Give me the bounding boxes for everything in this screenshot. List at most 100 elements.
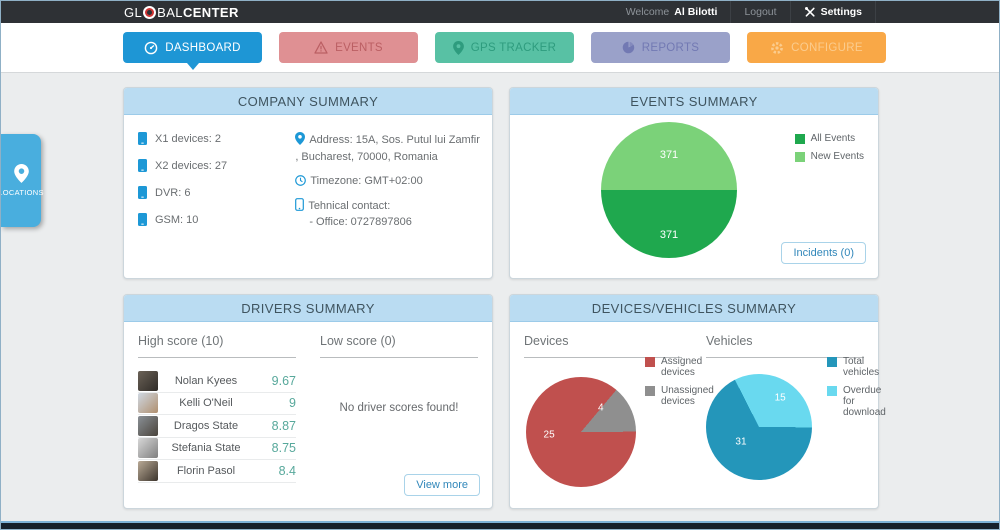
driver-list: Nolan Kyees 9.67 Kelli O'Neil 9 Dragos S…	[138, 370, 296, 483]
driver-score: 8.87	[254, 419, 296, 433]
view-more-button[interactable]: View more	[404, 474, 480, 496]
locations-side-tab[interactable]: LOCATIONS	[1, 134, 41, 227]
legend-swatch	[645, 357, 655, 367]
drivers-summary-card: DRIVERS SUMMARY High score (10) Nolan Ky…	[123, 294, 493, 509]
company-info: Address: 15A, Sos. Putul lui Zamfir , Bu…	[295, 132, 480, 240]
vehicles-section: Vehicles 15 31 Total vehicles Overdue fo…	[706, 334, 864, 508]
low-score-header: Low score (0)	[320, 334, 478, 358]
footer-bar	[1, 523, 999, 529]
logo-text-bal: BAL	[157, 5, 183, 20]
legend-item: Unassigned devices	[645, 385, 707, 407]
company-summary-title: COMPANY SUMMARY	[124, 88, 492, 115]
legend-swatch	[795, 134, 805, 144]
phone-icon	[295, 198, 304, 211]
pie-chart-icon	[622, 41, 635, 54]
gauge-icon	[144, 41, 158, 55]
company-summary-card: COMPANY SUMMARY X1 devices: 2 X2 devices…	[123, 87, 493, 279]
devices-vehicles-title: DEVICES/VEHICLES SUMMARY	[510, 295, 878, 322]
devices-section: Devices 4 25 Assigned devices Unassigned…	[524, 334, 682, 508]
low-score-column: Low score (0) No driver scores found!	[320, 334, 478, 483]
tools-icon	[804, 6, 816, 18]
vehicles-legend: Total vehicles Overdue for download	[827, 356, 889, 425]
logo-lens-icon	[143, 6, 156, 19]
device-count-row: X2 devices: 27	[138, 159, 295, 172]
vehicles-header: Vehicles	[706, 334, 864, 358]
events-summary-title: EVENTS SUMMARY	[510, 88, 878, 115]
pie-slice-value: 31	[735, 436, 746, 447]
tab-events[interactable]: EVENTS	[279, 32, 418, 63]
devices-header: Devices	[524, 334, 682, 358]
device-count-row: GSM: 10	[138, 213, 295, 226]
legend-swatch	[795, 152, 805, 162]
nav-bar: DASHBOARD EVENTS GPS TRACKER REPORTS CON…	[1, 23, 999, 73]
events-legend: All Events New Events	[795, 133, 864, 169]
tab-gps-tracker[interactable]: GPS TRACKER	[435, 32, 574, 63]
location-pin-icon	[14, 164, 29, 183]
legend-item: New Events	[795, 151, 864, 162]
driver-avatar	[138, 393, 158, 413]
map-pin-icon	[453, 41, 464, 55]
device-count-row: X1 devices: 2	[138, 132, 295, 145]
app-window: GL BAL CENTER Welcome Al Bilotti Logout …	[0, 0, 1000, 530]
high-score-header: High score (10)	[138, 334, 296, 358]
address-pin-icon	[295, 132, 305, 145]
pie-slice-value: 15	[775, 393, 786, 404]
tab-reports[interactable]: REPORTS	[591, 32, 730, 63]
top-bar: GL BAL CENTER Welcome Al Bilotti Logout …	[1, 1, 999, 23]
tab-configure[interactable]: CONFIGURE	[747, 32, 886, 63]
welcome-label: Welcome	[626, 6, 670, 18]
devices-vehicles-summary-card: DEVICES/VEHICLES SUMMARY Devices 4 25 As…	[509, 294, 879, 509]
nav-tabs: DASHBOARD EVENTS GPS TRACKER REPORTS CON…	[123, 32, 886, 63]
logo: GL BAL CENTER	[124, 5, 239, 20]
pie-slice-value: 371	[660, 229, 678, 241]
gear-icon	[770, 41, 784, 55]
driver-score: 8.75	[254, 441, 296, 455]
logo-text-gl: GL	[124, 5, 142, 20]
legend-swatch	[827, 386, 837, 396]
incidents-button[interactable]: Incidents (0)	[781, 242, 866, 264]
top-bar-right: Welcome Al Bilotti Logout Settings	[613, 1, 876, 23]
driver-avatar	[138, 461, 158, 481]
company-timezone: Timezone: GMT+02:00	[295, 173, 480, 190]
high-score-column: High score (10) Nolan Kyees 9.67 Kelli O…	[138, 334, 296, 483]
device-icon	[138, 213, 147, 226]
vehicles-pie-chart: 15 31	[706, 374, 812, 480]
pie-slice-value: 4	[598, 402, 604, 413]
pie-slice-value: 25	[544, 430, 555, 441]
company-contact: Tehnical contact: - Office: 0727897806	[295, 198, 480, 231]
company-address: Address: 15A, Sos. Putul lui Zamfir , Bu…	[295, 132, 480, 165]
driver-row: Nolan Kyees 9.67	[138, 370, 296, 393]
driver-row: Florin Pasol 8.4	[138, 460, 296, 483]
driver-avatar	[138, 371, 158, 391]
tab-dashboard[interactable]: DASHBOARD	[123, 32, 262, 63]
logo-text-center: CENTER	[183, 5, 239, 20]
no-scores-message: No driver scores found!	[320, 358, 478, 414]
pie-slice-value: 371	[660, 149, 678, 161]
company-device-counts: X1 devices: 2 X2 devices: 27 DVR: 6 GSM:…	[138, 132, 295, 240]
legend-swatch	[827, 357, 837, 367]
warning-triangle-icon	[314, 41, 328, 54]
logout-button[interactable]: Logout	[730, 1, 789, 23]
settings-button[interactable]: Settings	[790, 1, 876, 23]
device-icon	[138, 159, 147, 172]
device-icon	[138, 132, 147, 145]
legend-swatch	[645, 386, 655, 396]
device-count-row: DVR: 6	[138, 186, 295, 199]
driver-avatar	[138, 438, 158, 458]
driver-score: 9	[254, 396, 296, 410]
user-name: Al Bilotti	[674, 6, 717, 18]
legend-item: Assigned devices	[645, 356, 707, 378]
driver-row: Kelli O'Neil 9	[138, 393, 296, 416]
clock-icon	[295, 175, 306, 186]
legend-item: All Events	[795, 133, 864, 144]
device-icon	[138, 186, 147, 199]
devices-pie-chart: 4 25	[526, 377, 636, 487]
events-summary-card: EVENTS SUMMARY 371 371 All Events New Ev…	[509, 87, 879, 279]
locations-label: LOCATIONS	[0, 188, 44, 197]
company-contact-office: - Office: 0727897806	[295, 214, 480, 231]
devices-legend: Assigned devices Unassigned devices	[645, 356, 707, 414]
driver-score: 8.4	[254, 464, 296, 478]
driver-row: Dragos State 8.87	[138, 415, 296, 438]
welcome-user: Welcome Al Bilotti	[613, 1, 731, 23]
legend-item: Overdue for download	[827, 385, 889, 418]
